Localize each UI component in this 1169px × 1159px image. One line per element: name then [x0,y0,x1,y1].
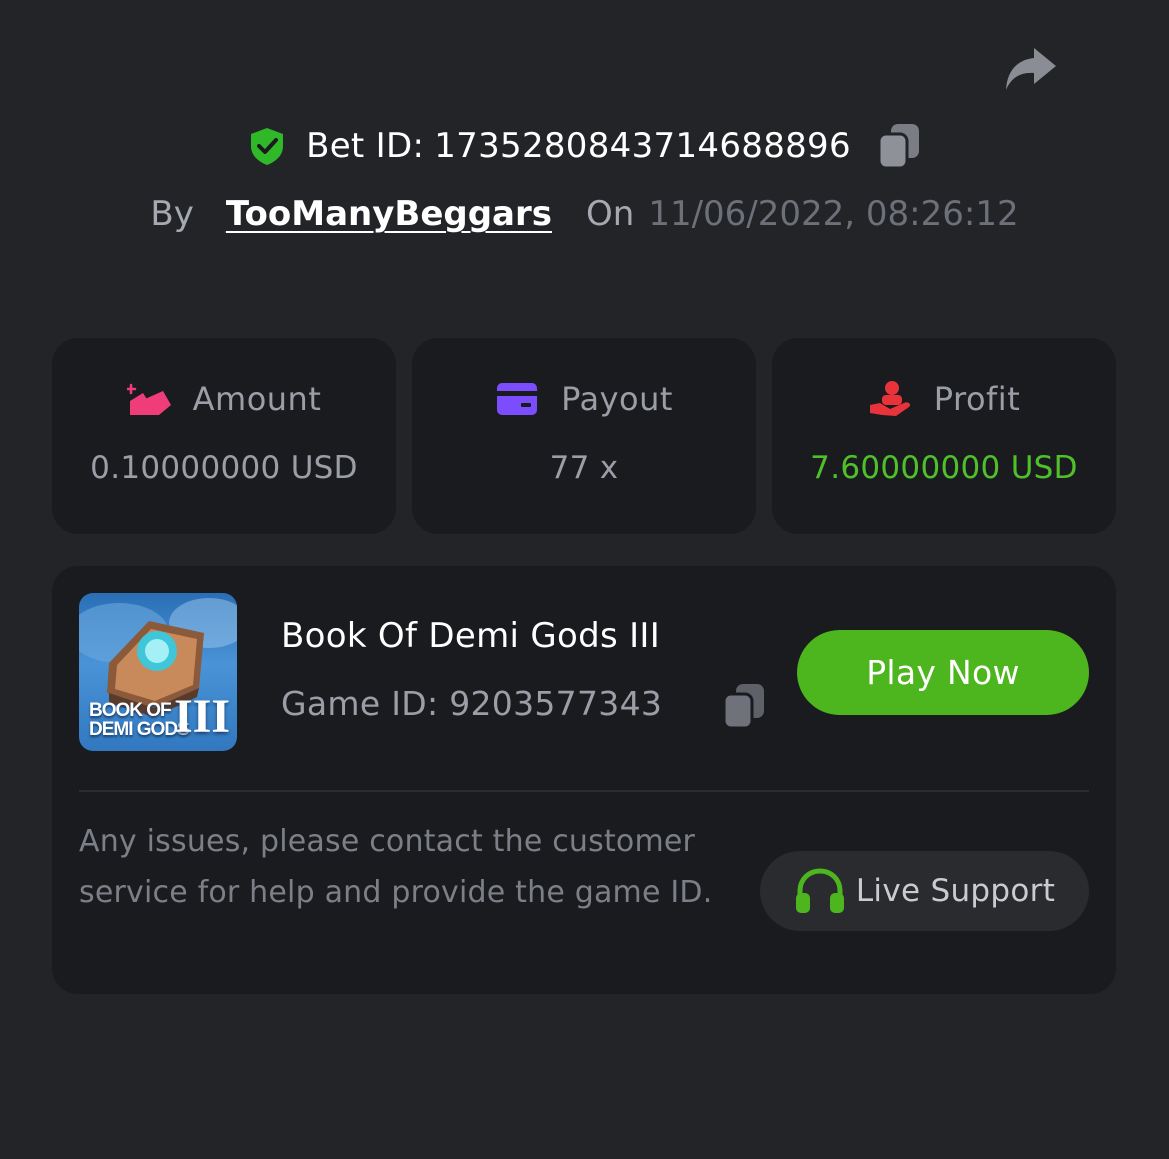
profit-card: Profit 7.60000000 USD [772,338,1116,534]
game-id-value: 9203577343 [449,684,663,723]
payout-value: 77 x [549,450,619,486]
game-title: Book Of Demi Gods III [281,616,661,656]
hand-coin-icon [868,379,914,419]
live-support-label: Live Support [855,873,1056,909]
bet-detail-page: Bet ID: 1735280843714688896 By TooManyBe… [0,0,1169,1159]
payout-card: Payout 77 x [412,338,756,534]
bet-amount-icon [126,379,173,419]
game-thumbnail[interactable]: BOOK OF DEMI GODS III [79,593,237,751]
username-link[interactable]: TooManyBeggars [226,194,552,234]
help-text: Any issues, please contact the customer … [79,824,713,910]
payout-label: Payout [561,380,673,418]
bet-id-value: 1735280843714688896 [434,126,851,166]
game-id-label: Game ID: [281,684,439,723]
profit-label: Profit [933,380,1021,418]
copy-bet-id-icon[interactable] [877,122,921,170]
amount-value: 0.10000000 USD [90,450,358,486]
card-icon [495,379,541,419]
profit-value: 7.60000000 USD [810,450,1078,486]
bet-datetime: 11/06/2022, 08:26:12 [648,194,1019,234]
stats-row: Amount 0.10000000 USD Payout 77 x Profit… [52,338,1116,534]
on-label: On [586,194,635,234]
by-label: By [150,194,194,234]
game-id-row: Game ID: 9203577343 [281,684,662,723]
bet-id-label: Bet ID: [306,126,425,166]
headset-icon [794,867,846,915]
thumbnail-numeral: III [174,690,231,743]
play-now-button[interactable]: Play Now [797,630,1089,715]
game-card: BOOK OF DEMI GODS III Book Of Demi Gods … [52,566,1116,994]
bet-id-row: Bet ID: 1735280843714688896 [0,118,1169,174]
shield-check-icon [248,126,286,166]
amount-label: Amount [192,380,322,418]
live-support-button[interactable]: Live Support [760,851,1089,931]
amount-card: Amount 0.10000000 USD [52,338,396,534]
copy-game-id-icon[interactable] [722,682,766,730]
bet-meta-row: By TooManyBeggars On 11/06/2022, 08:26:1… [0,188,1169,240]
share-arrow-icon [1002,44,1058,92]
share-button[interactable] [1000,42,1060,94]
divider [79,790,1089,792]
